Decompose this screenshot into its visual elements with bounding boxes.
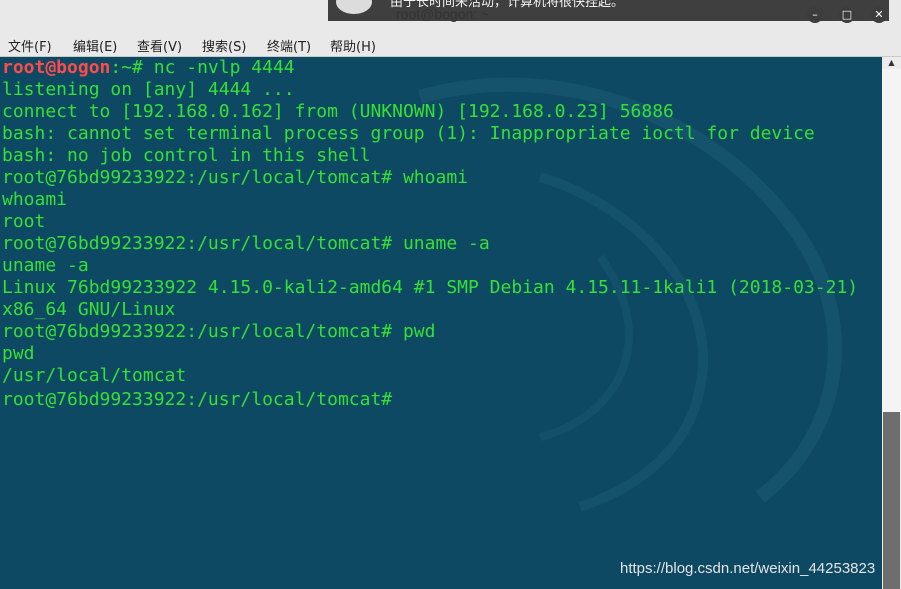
scroll-up-arrow-icon[interactable]: ▲ xyxy=(882,57,901,69)
terminal-line: connect to [192.168.0.162] from (UNKNOWN… xyxy=(2,101,674,122)
menu-view[interactable]: 查看(V) xyxy=(137,36,182,55)
close-button[interactable]: ✕ xyxy=(871,7,887,23)
text-cursor xyxy=(392,387,403,405)
menu-edit[interactable]: 编辑(E) xyxy=(73,36,117,55)
terminal-line: bash: cannot set terminal process group … xyxy=(2,123,815,144)
terminal-line: listening on [any] 4444 ... xyxy=(2,79,295,100)
maximize-button[interactable]: □ xyxy=(839,7,855,23)
terminal-line: root@bogon:~# nc -nvlp 4444 xyxy=(2,57,295,79)
menu-terminal[interactable]: 终端(T) xyxy=(267,36,311,55)
terminal-area[interactable]: root@bogon:~# nc -nvlp 4444 listening on… xyxy=(0,57,882,589)
terminal-line: uname -a xyxy=(2,255,89,276)
terminal-line: root@76bd99233922:/usr/local/tomcat# who… xyxy=(2,167,468,188)
minimize-button[interactable]: – xyxy=(807,7,823,23)
scrollbar-thumb[interactable] xyxy=(883,412,900,589)
menu-help[interactable]: 帮助(H) xyxy=(330,36,376,55)
vertical-scrollbar[interactable]: ▲ xyxy=(882,57,901,589)
menu-search[interactable]: 搜索(S) xyxy=(202,36,246,55)
terminal-line: root@76bd99233922:/usr/local/tomcat# xyxy=(2,387,403,411)
terminal-line: root@76bd99233922:/usr/local/tomcat# una… xyxy=(2,233,490,254)
terminal-line: pwd xyxy=(2,343,35,364)
menu-bar: 文件(F) 编辑(E) 查看(V) 搜索(S) 终端(T) 帮助(H) xyxy=(0,32,901,57)
last-prompt: root@76bd99233922:/usr/local/tomcat# xyxy=(2,389,393,410)
prompt-user: root@bogon xyxy=(2,57,111,78)
window-title: root@bogon: ~ xyxy=(396,6,490,22)
terminal-line: x86_64 GNU/Linux xyxy=(2,299,176,320)
chat-bubble-icon xyxy=(336,0,372,14)
terminal-line: Linux 76bd99233922 4.15.0-kali2-amd64 #1… xyxy=(2,277,859,298)
prompt-suffix: :~# xyxy=(110,57,154,78)
terminal-line: whoami xyxy=(2,189,68,210)
first-command: nc -nvlp 4444 xyxy=(153,57,295,78)
terminal-line: root xyxy=(2,211,46,232)
menu-file[interactable]: 文件(F) xyxy=(8,36,52,55)
watermark-text: https://blog.csdn.net/weixin_44253823 xyxy=(620,560,876,577)
terminal-line: root@76bd99233922:/usr/local/tomcat# pwd xyxy=(2,321,436,342)
scrollbar-track[interactable] xyxy=(882,69,901,412)
terminal-line: /usr/local/tomcat xyxy=(2,365,187,386)
title-bar: 由于长时间未活动，计算机将很快挂起。 root@bogon: ~ – □ ✕ xyxy=(0,0,901,32)
terminal-line: bash: no job control in this shell xyxy=(2,145,371,166)
